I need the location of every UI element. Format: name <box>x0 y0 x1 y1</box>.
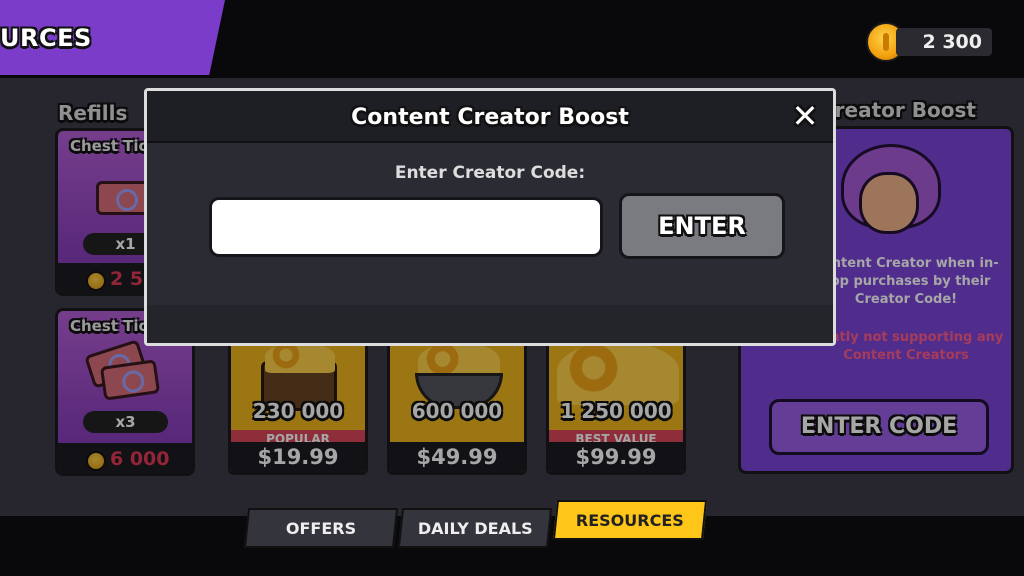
tab-label: OFFERS <box>285 519 357 538</box>
close-icon[interactable]: ✕ <box>789 100 821 133</box>
creator-code-input[interactable] <box>209 197 603 257</box>
tab-daily-deals[interactable]: DAILY DEALS <box>397 508 553 548</box>
tab-label: RESOURCES <box>575 511 684 530</box>
top-bar: URCES 2 300 <box>0 0 1024 78</box>
section-title-tab: URCES <box>0 0 225 75</box>
modal-prompt: Enter Creator Code: <box>394 163 586 183</box>
modal-footer <box>147 305 833 343</box>
section-title: URCES <box>0 24 92 52</box>
tab-label: DAILY DEALS <box>417 519 533 538</box>
coin-balance: 2 300 <box>896 28 992 56</box>
enter-button[interactable]: ENTER <box>619 193 785 259</box>
tab-offers[interactable]: OFFERS <box>243 508 399 548</box>
modal-header: Content Creator Boost ✕ <box>147 91 833 143</box>
tab-resources[interactable]: RESOURCES <box>552 500 708 540</box>
creator-code-modal: Content Creator Boost ✕ Enter Creator Co… <box>144 88 836 346</box>
modal-title: Content Creator Boost <box>351 105 629 130</box>
coin-balance-value: 2 300 <box>922 31 983 53</box>
